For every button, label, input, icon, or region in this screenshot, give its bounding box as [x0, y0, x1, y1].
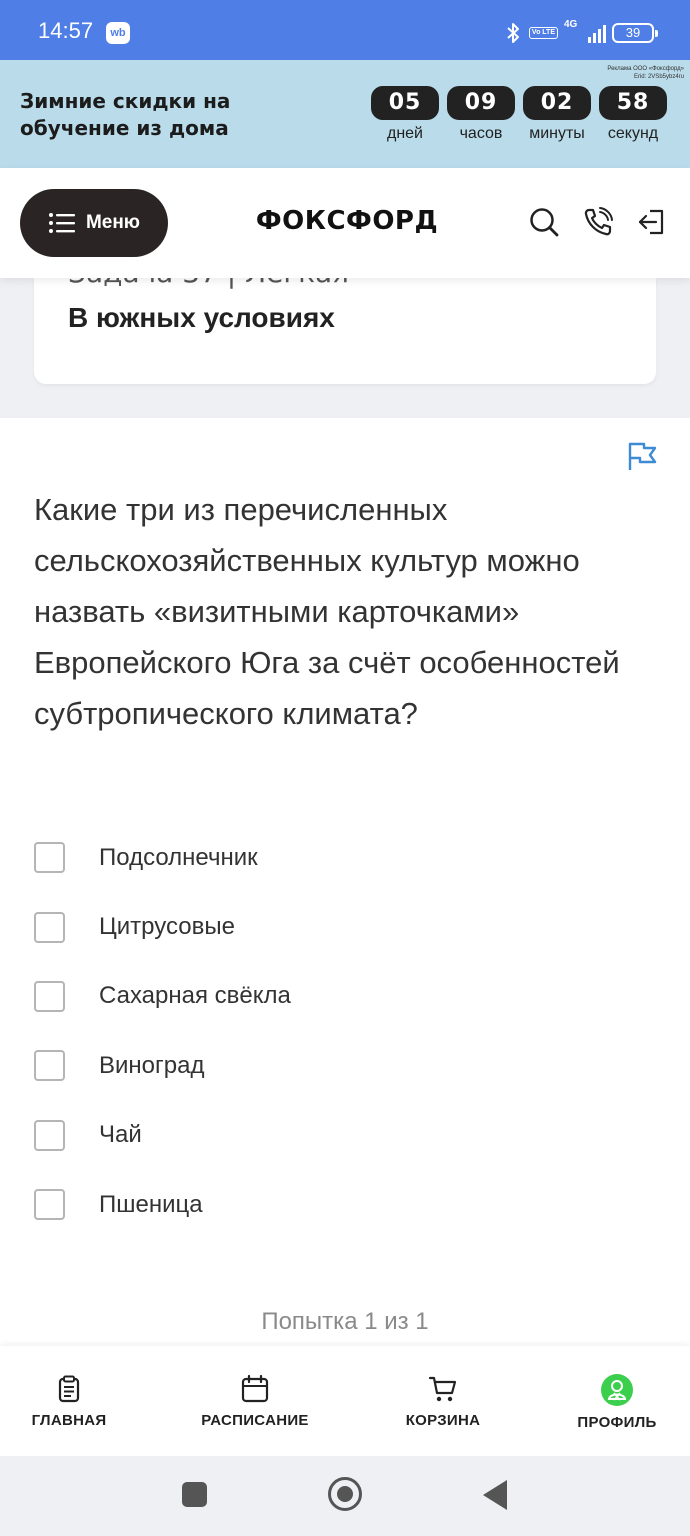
answer-options: Подсолнечник Цитрусовые Сахарная свёкла …: [34, 823, 654, 1239]
checkbox[interactable]: [34, 980, 65, 1012]
nav-cart[interactable]: КОРЗИНА: [400, 1374, 486, 1429]
checkbox[interactable]: [34, 1050, 65, 1082]
countdown-minutes: 02 минуты: [523, 86, 591, 143]
status-indicators: Vo LTE 4G 39: [503, 19, 658, 46]
task-meta: Задача 37 | Лёгкая: [68, 278, 349, 289]
bottom-nav: ГЛАВНАЯ РАСПИСАНИЕ КОРЗИНА ПРОФИЛЬ: [0, 1346, 690, 1456]
signal-icon: 4G: [564, 19, 606, 45]
search-icon[interactable]: [528, 206, 560, 238]
option-item[interactable]: Сахарная свёкла: [34, 962, 654, 1031]
clipboard-icon: [58, 1375, 80, 1403]
option-label: Чай: [99, 1121, 142, 1149]
site-header: Меню ФОКСФОРД: [0, 168, 690, 278]
report-flag-icon[interactable]: [626, 440, 658, 472]
option-label: Цитрусовые: [99, 913, 235, 941]
countdown-timer: 05 дней 09 часов 02 минуты 58 секунд: [371, 86, 667, 143]
battery-level: 39: [625, 25, 641, 40]
phone-icon[interactable]: [582, 206, 614, 238]
promo-banner[interactable]: Реклама ООО «Фоксфорд» Erid: 2VSb5ybz4ru…: [0, 60, 690, 168]
home-button[interactable]: [328, 1477, 362, 1511]
menu-button[interactable]: Меню: [20, 189, 168, 257]
attempt-counter: Попытка 1 из 1: [261, 1308, 429, 1335]
option-item[interactable]: Подсолнечник: [34, 823, 654, 892]
option-label: Виноград: [99, 1051, 205, 1079]
option-label: Сахарная свёкла: [99, 982, 291, 1010]
option-label: Подсолнечник: [99, 843, 258, 871]
question-text: Какие три из перечисленных сельскохозяйс…: [34, 492, 620, 731]
nav-profile[interactable]: ПРОФИЛЬ: [574, 1374, 660, 1431]
battery-icon: 39: [612, 23, 658, 43]
checkbox[interactable]: [34, 1119, 65, 1151]
profile-avatar-icon: [601, 1374, 633, 1406]
ad-disclaimer: Реклама ООО «Фоксфорд» Erid: 2VSb5ybz4ru: [607, 66, 684, 80]
wb-app-icon: wb: [106, 22, 130, 44]
checkbox[interactable]: [34, 842, 65, 874]
calendar-icon: [241, 1374, 269, 1403]
back-button[interactable]: [483, 1480, 507, 1510]
menu-icon: [48, 213, 75, 233]
option-item[interactable]: Цитрусовые: [34, 892, 654, 961]
countdown-days: 05 дней: [371, 86, 439, 143]
checkbox[interactable]: [34, 1189, 65, 1221]
promo-text: Зимние скидки на обучение из дома: [20, 89, 231, 140]
menu-label: Меню: [85, 212, 141, 233]
login-icon[interactable]: [636, 206, 668, 238]
option-item[interactable]: Чай: [34, 1101, 654, 1170]
system-nav-bar: [0, 1456, 690, 1536]
volte-icon: Vo LTE: [528, 27, 558, 39]
option-item[interactable]: Пшеница: [34, 1170, 654, 1239]
recents-button[interactable]: [182, 1482, 207, 1507]
bluetooth-icon: [507, 23, 519, 43]
option-label: Пшеница: [99, 1190, 203, 1218]
network-type: 4G: [564, 19, 578, 30]
option-item[interactable]: Виноград: [34, 1031, 654, 1100]
status-time: 14:57: [38, 18, 94, 43]
countdown-seconds: 58 секунд: [599, 86, 667, 143]
countdown-hours: 09 часов: [447, 86, 515, 143]
cart-icon: [428, 1376, 457, 1402]
nav-home[interactable]: ГЛАВНАЯ: [26, 1374, 112, 1429]
task-title: В южных условиях: [68, 302, 335, 333]
checkbox[interactable]: [34, 911, 65, 943]
status-bar: 14:57 wb Vo LTE 4G 39: [0, 0, 690, 60]
task-area: Задача 37 | Лёгкая В южных условиях: [0, 278, 690, 418]
logo[interactable]: ФОКСФОРД: [222, 206, 472, 236]
task-card: Задача 37 | Лёгкая В южных условиях: [34, 278, 656, 384]
nav-schedule[interactable]: РАСПИСАНИЕ: [196, 1374, 314, 1429]
